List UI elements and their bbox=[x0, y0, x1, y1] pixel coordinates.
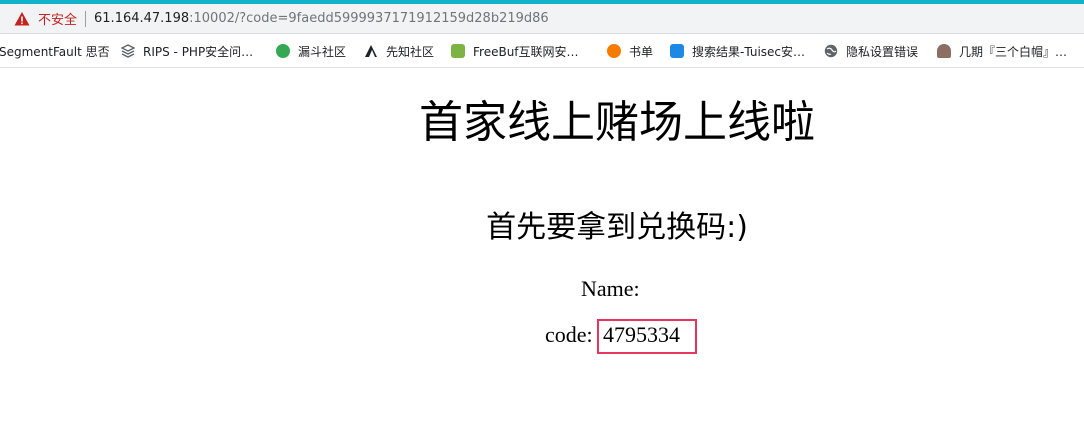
page-content: 首家线上赌场上线啦 首先要拿到兑换码:) Name: code: 4795334 bbox=[0, 68, 1084, 421]
bookmark-label: SegmentFault 思否 bbox=[0, 44, 110, 59]
page-subtitle: 首先要拿到兑换码:) bbox=[486, 210, 748, 245]
bookmark-label: 隐私设置错误 bbox=[846, 44, 919, 59]
hat-icon bbox=[937, 44, 951, 58]
code-label: code: bbox=[545, 322, 593, 347]
bookmark-freebuf[interactable]: FreeBuf互联网安… bbox=[451, 35, 579, 67]
page-title: 首家线上赌场上线啦 bbox=[419, 97, 815, 148]
freebuf-icon bbox=[451, 44, 465, 58]
bookmark-label: 搜索结果-Tuisec安… bbox=[692, 44, 806, 59]
url-path: :10002/?code=9faedd5999937171912159d28b2… bbox=[189, 11, 549, 26]
address-divider bbox=[85, 10, 87, 27]
warning-triangle-icon[interactable] bbox=[14, 11, 30, 27]
bookmarks-bar: SegmentFault 思否 RIPS - PHP安全问… 漏斗社区 先知社区… bbox=[0, 35, 1084, 68]
bookmark-rips[interactable]: RIPS - PHP安全问… bbox=[120, 35, 254, 67]
bookmark-label: 书单 bbox=[629, 44, 654, 59]
not-secure-label[interactable]: 不安全 bbox=[38, 9, 77, 28]
bookmark-loudou[interactable]: 漏斗社区 bbox=[276, 35, 346, 67]
bookmark-shudan[interactable]: 书单 bbox=[607, 35, 653, 67]
globe-icon bbox=[824, 44, 838, 58]
url-text[interactable]: 61.164.47.198:10002/?code=9faedd59999371… bbox=[94, 11, 549, 26]
bookmark-privacy-error[interactable]: 隐私设置错误 bbox=[824, 35, 918, 67]
tuisec-icon bbox=[670, 44, 684, 58]
bookmark-label: 漏斗社区 bbox=[298, 44, 347, 59]
leaf-icon bbox=[276, 44, 290, 58]
bookmark-label: 几期『三个白帽』… bbox=[959, 44, 1068, 59]
bookmark-xianzhi[interactable]: 先知社区 bbox=[364, 35, 434, 67]
name-label: Name: bbox=[581, 276, 640, 301]
address-bar[interactable]: 不安全 61.164.47.198:10002/?code=9faedd5999… bbox=[0, 4, 1084, 34]
bookmark-label: FreeBuf互联网安… bbox=[473, 44, 579, 59]
xianzhi-icon bbox=[364, 44, 378, 58]
rips-icon bbox=[120, 44, 136, 58]
bookmark-label: RIPS - PHP安全问… bbox=[143, 44, 254, 59]
bookmark-label: 先知社区 bbox=[386, 44, 435, 59]
book-icon bbox=[607, 44, 621, 58]
url-host: 61.164.47.198 bbox=[94, 11, 190, 26]
bookmark-segmentfault[interactable]: SegmentFault 思否 bbox=[0, 35, 110, 67]
code-value: 4795334 bbox=[603, 322, 680, 347]
bookmark-sange-baimao[interactable]: 几期『三个白帽』… bbox=[937, 35, 1067, 67]
bookmark-tuisec[interactable]: 搜索结果-Tuisec安… bbox=[670, 35, 805, 67]
